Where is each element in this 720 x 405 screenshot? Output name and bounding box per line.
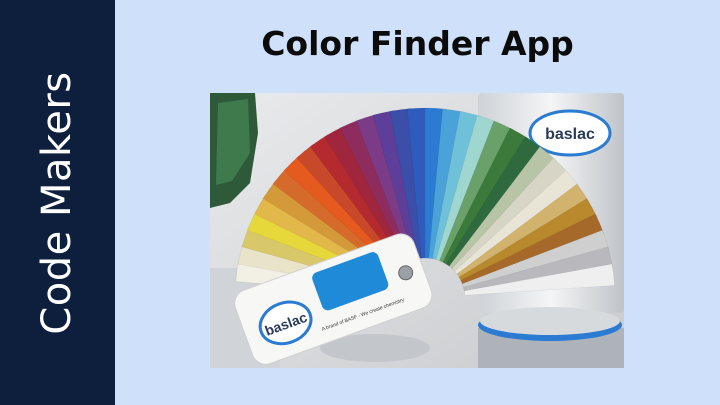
- slide: Code Makers Color Finder App baslac basl…: [0, 0, 720, 405]
- svg-text:baslac: baslac: [545, 126, 595, 143]
- color-fan-deck-photo: baslac baslac A brand of BASF - We creat…: [210, 93, 624, 368]
- paint-can-lid: [480, 307, 620, 335]
- sidebar-brand-label: Code Makers: [34, 71, 80, 335]
- page-title: Color Finder App: [261, 24, 574, 63]
- photo-illustration: baslac baslac A brand of BASF - We creat…: [210, 93, 624, 368]
- sidebar: Code Makers: [0, 0, 115, 405]
